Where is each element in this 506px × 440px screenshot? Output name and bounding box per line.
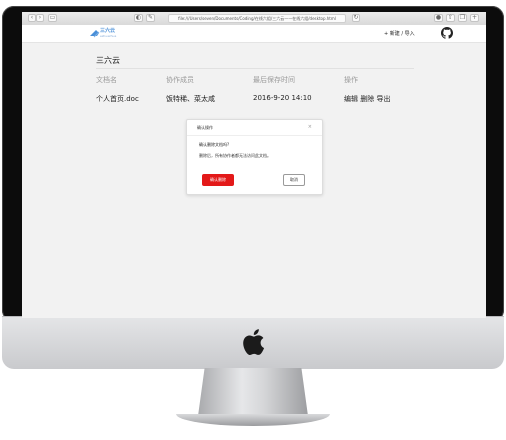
- doc-actions[interactable]: 编辑 删除 导出: [344, 94, 390, 104]
- column-header-saved: 最后保存时间: [253, 76, 295, 84]
- sidebar-toggle-button[interactable]: ▭: [48, 14, 57, 22]
- logo-subtext: ezhuazhua: [100, 34, 117, 38]
- extension-icon[interactable]: ✎: [146, 14, 155, 22]
- privacy-icon[interactable]: ◐: [134, 14, 143, 22]
- browser-toolbar: ‹ › ▭ ◐ ✎ file:///Users/seven/Documents/…: [22, 12, 486, 26]
- adblock-icon[interactable]: ●: [434, 14, 443, 22]
- github-icon[interactable]: [441, 27, 453, 39]
- page-title: 三六云: [96, 56, 120, 65]
- stand-neck: [198, 368, 308, 416]
- dialog-message: 删除后，所有协作者都无法访问此文档。: [199, 153, 271, 158]
- close-icon[interactable]: ×: [308, 124, 312, 130]
- app-header: 三六云 ezhuazhua + 新建 / 导入: [22, 25, 486, 43]
- dialog-question: 确认删除文档吗?: [199, 142, 230, 147]
- dialog-divider: [187, 135, 322, 136]
- doc-saved-time: 2016-9-20 14:10: [253, 94, 312, 102]
- share-icon[interactable]: ⇧: [446, 14, 455, 22]
- doc-members: 饭特稀、菜太咸: [166, 95, 215, 103]
- new-import-button[interactable]: + 新建 / 导入: [384, 30, 415, 37]
- address-bar[interactable]: file:///Users/seven/Documents/Coding/在线六…: [168, 14, 346, 23]
- forward-button[interactable]: ›: [36, 14, 44, 22]
- column-header-members: 协作成员: [166, 76, 194, 84]
- column-header-name: 文档名: [96, 76, 117, 84]
- back-button[interactable]: ‹: [28, 14, 36, 22]
- tabs-icon[interactable]: ❐: [458, 14, 467, 22]
- logo-text: 三六云: [100, 28, 116, 34]
- screen: ‹ › ▭ ◐ ✎ file:///Users/seven/Documents/…: [22, 12, 486, 318]
- imac-mockup: ‹ › ▭ ◐ ✎ file:///Users/seven/Documents/…: [0, 0, 506, 440]
- new-tab-button[interactable]: +: [470, 14, 479, 22]
- reload-button[interactable]: ↻: [352, 14, 360, 22]
- confirm-delete-button[interactable]: 确认删除: [202, 174, 234, 186]
- title-divider: [96, 68, 414, 69]
- stand-foot: [176, 414, 330, 426]
- apple-logo-icon: [243, 329, 265, 355]
- doc-name-link[interactable]: 个人首页.doc: [96, 94, 139, 104]
- cancel-button[interactable]: 取消: [283, 174, 305, 186]
- column-header-actions: 操作: [344, 76, 358, 84]
- dialog-title: 确认操作: [197, 125, 213, 130]
- confirm-delete-dialog: 确认操作 × 确认删除文档吗? 删除后，所有协作者都无法访问此文档。 确认删除 …: [186, 119, 323, 195]
